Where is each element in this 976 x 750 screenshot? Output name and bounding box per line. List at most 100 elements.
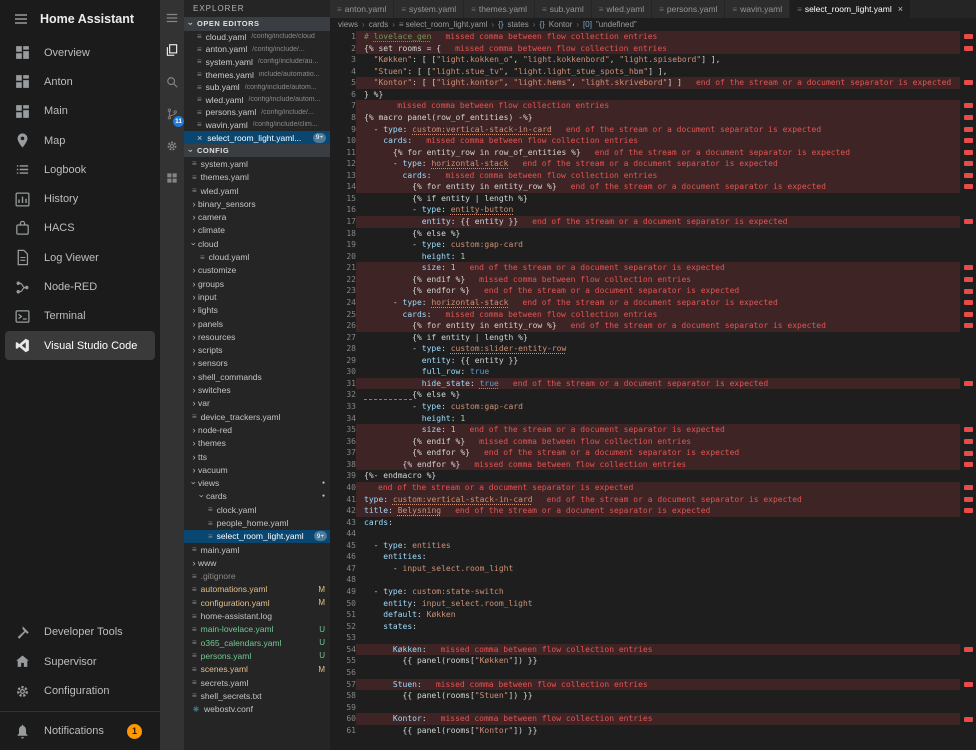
tree-folder-groups[interactable]: ›groups [184, 277, 330, 290]
tree-file-configuration-yaml[interactable]: ≡configuration.yamlM [184, 596, 330, 609]
sidebar-item-developer-tools[interactable]: Developer Tools [0, 618, 160, 647]
tree-folder-customize[interactable]: ›customize [184, 264, 330, 277]
code-line-content[interactable]: states: [356, 621, 960, 633]
sidebar-item-logbook[interactable]: Logbook [0, 155, 160, 184]
tree-folder-themes[interactable]: ›themes [184, 437, 330, 450]
tree-folder-camera[interactable]: ›camera [184, 211, 330, 224]
open-editors-header[interactable]: › OPEN EDITORS [184, 17, 330, 31]
code-line-content[interactable]: {% endif %}missed comma between flow col… [356, 274, 960, 286]
tree-file-themes-yaml[interactable]: ≡themes.yaml [184, 171, 330, 184]
tree-file-o365-calendars-yaml[interactable]: ≡o365_calendars.yamlU [184, 636, 330, 649]
code-line-content[interactable]: type: custom:vertical-stack-in-cardend o… [356, 494, 960, 506]
code-line-content[interactable]: {% else %} [356, 228, 960, 240]
sidebar-item-log-viewer[interactable]: Log Viewer [0, 243, 160, 272]
code-line-content[interactable] [356, 632, 960, 644]
tree-folder-www[interactable]: ›www [184, 556, 330, 569]
code-line-content[interactable]: {% set rooms = {missed comma between flo… [356, 43, 960, 55]
code-line-content[interactable]: {{ panel(rooms["Køkken"]) }} [356, 655, 960, 667]
code-line-content[interactable]: "Stuen": [ ["light.stue_tv", "light.ligh… [356, 66, 960, 78]
tree-folder-panels[interactable]: ›panels [184, 317, 330, 330]
code-line-content[interactable]: cards:missed comma between flow collecti… [356, 309, 960, 321]
open-editor-item-wled-yaml[interactable]: ≡wled.yaml/config/include/autom... [184, 93, 330, 106]
breadcrumb-item-cards[interactable]: cards [369, 20, 389, 29]
code-line-content[interactable]: Køkken:missed comma between flow collect… [356, 644, 960, 656]
tab-themes-yaml[interactable]: ≡themes.yaml [464, 0, 535, 18]
sidebar-toggle-icon[interactable] [13, 11, 29, 27]
tab-system-yaml[interactable]: ≡system.yaml [394, 0, 464, 18]
tree-folder-var[interactable]: ›var [184, 397, 330, 410]
code-line-content[interactable]: {% macro panel(row_of_entities) -%} [356, 112, 960, 124]
tree-file-automations-yaml[interactable]: ≡automations.yamlM [184, 583, 330, 596]
extensions-button[interactable] [160, 165, 184, 191]
tree-folder-cards[interactable]: ›cards● [184, 490, 330, 503]
code-line-content[interactable]: {% for entity in entity_row %}end of the… [356, 320, 960, 332]
sidebar-item-overview[interactable]: Overview [0, 38, 160, 67]
tree-file-main-yaml[interactable]: ≡main.yaml [184, 543, 330, 556]
close-icon[interactable]: × [197, 133, 202, 143]
sidebar-item-visual-studio-code[interactable]: Visual Studio Code [5, 331, 155, 360]
code-line-content[interactable]: cards:missed comma between flow collecti… [356, 170, 960, 182]
code-line-content[interactable]: - input_select.room_light [356, 563, 960, 575]
tree-file-cloud-yaml[interactable]: ≡cloud.yaml [184, 250, 330, 263]
code-line-content[interactable]: missed comma between flow collection ent… [356, 100, 960, 112]
breadcrumb-item-undefined[interactable]: [0]"undefined" [583, 20, 637, 29]
code-line-content[interactable]: - type: custom:gap-card [356, 239, 960, 251]
open-editor-item-sub-yaml[interactable]: ≡sub.yaml/config/include/autom... [184, 81, 330, 94]
menu-button[interactable] [160, 5, 184, 31]
code-line-content[interactable]: height: 1 [356, 413, 960, 425]
config-folder-header[interactable]: › CONFIG [184, 144, 330, 158]
code-line-content[interactable]: "Køkken": [ ["light.kokken_o", "light.ko… [356, 54, 960, 66]
code-line-content[interactable]: entity: {{ entity }}end of the stream or… [356, 216, 960, 228]
code-line-content[interactable]: size: 1end of the stream or a document s… [356, 424, 960, 436]
code-line-content[interactable]: {%- endmacro %} [356, 470, 960, 482]
tab-select-room-light-yaml[interactable]: ≡select_room_light.yaml× [790, 0, 911, 18]
tree-file-secrets-yaml[interactable]: ≡secrets.yaml [184, 676, 330, 689]
tree-folder-climate[interactable]: ›climate [184, 224, 330, 237]
code-line-content[interactable]: - type: horizontal-stackend of the strea… [356, 297, 960, 309]
tree-folder-lights[interactable]: ›lights [184, 304, 330, 317]
code-line-content[interactable]: height: 1 [356, 251, 960, 263]
tree-folder-sensors[interactable]: ›sensors [184, 357, 330, 370]
code-line-content[interactable]: title: Belysningend of the stream or a d… [356, 505, 960, 517]
tree-file-device-trackers-yaml[interactable]: ≡device_trackers.yaml [184, 410, 330, 423]
tree-folder-resources[interactable]: ›resources [184, 330, 330, 343]
breadcrumb-item-select-room-light-yaml[interactable]: ≡select_room_light.yaml [399, 20, 487, 29]
tree-file-select-room-light-yaml[interactable]: ≡select_room_light.yaml9+ [184, 530, 330, 543]
sidebar-item-map[interactable]: Map [0, 126, 160, 155]
open-editor-item-select-room-light-yaml[interactable]: ×select_room_light.yaml...9+ [184, 131, 330, 144]
code-line-content[interactable]: {% endif %}missed comma between flow col… [356, 436, 960, 448]
tree-folder-tts[interactable]: ›tts [184, 450, 330, 463]
scm-button[interactable]: 11 [160, 101, 184, 127]
code-line-content[interactable]: {% endfor %}end of the stream or a docum… [356, 285, 960, 297]
tree-folder-shell-commands[interactable]: ›shell_commands [184, 370, 330, 383]
breadcrumb-item-views[interactable]: views [338, 20, 358, 29]
code-line-content[interactable]: {{ panel(rooms["Stuen"]) }} [356, 690, 960, 702]
search-button[interactable] [160, 69, 184, 95]
tree-file-shell-secrets-txt[interactable]: ≡shell_secrets.txt [184, 689, 330, 702]
tree-folder-binary-sensors[interactable]: ›binary_sensors [184, 197, 330, 210]
files-button[interactable] [160, 37, 184, 63]
tree-file-main-lovelace-yaml[interactable]: ≡main-lovelace.yamlU [184, 623, 330, 636]
sidebar-item-terminal[interactable]: Terminal [0, 302, 160, 331]
tree-file-webostv-conf[interactable]: webostv.conf [184, 703, 330, 716]
open-editor-item-anton-yaml[interactable]: ≡anton.yaml/config/include/... [184, 43, 330, 56]
tree-file-clock-yaml[interactable]: ≡clock.yaml [184, 503, 330, 516]
code-line-content[interactable]: - type: horizontal-stackend of the strea… [356, 158, 960, 170]
tab-wled-yaml[interactable]: ≡wled.yaml [592, 0, 652, 18]
tree-folder-cloud[interactable]: ›cloud [184, 237, 330, 250]
sidebar-item-configuration[interactable]: Configuration [0, 676, 160, 705]
tree-file-scenes-yaml[interactable]: ≡scenes.yamlM [184, 663, 330, 676]
tab-persons-yaml[interactable]: ≡persons.yaml [652, 0, 725, 18]
tab-anton-yaml[interactable]: ≡anton.yaml [330, 0, 394, 18]
breadcrumb-item-states[interactable]: {}states [498, 20, 529, 29]
open-editor-item-cloud-yaml[interactable]: ≡cloud.yaml/config/include/cloud [184, 31, 330, 44]
open-editor-item-themes-yaml[interactable]: ≡themes.yamlinclude/automatio... [184, 68, 330, 81]
code-line-content[interactable]: # lovelace_genmissed comma between flow … [356, 31, 960, 43]
tree-file-system-yaml[interactable]: ≡system.yaml [184, 157, 330, 170]
tree-folder-scripts[interactable]: ›scripts [184, 344, 330, 357]
tree-folder-vacuum[interactable]: ›vacuum [184, 463, 330, 476]
code-line-content[interactable]: entity: input_select.room_light [356, 598, 960, 610]
tree-folder-node-red[interactable]: ›node-red [184, 423, 330, 436]
code-line-content[interactable]: - type: custom:state-switch [356, 586, 960, 598]
tree-file-gitignore[interactable]: ≡.gitignore [184, 570, 330, 583]
